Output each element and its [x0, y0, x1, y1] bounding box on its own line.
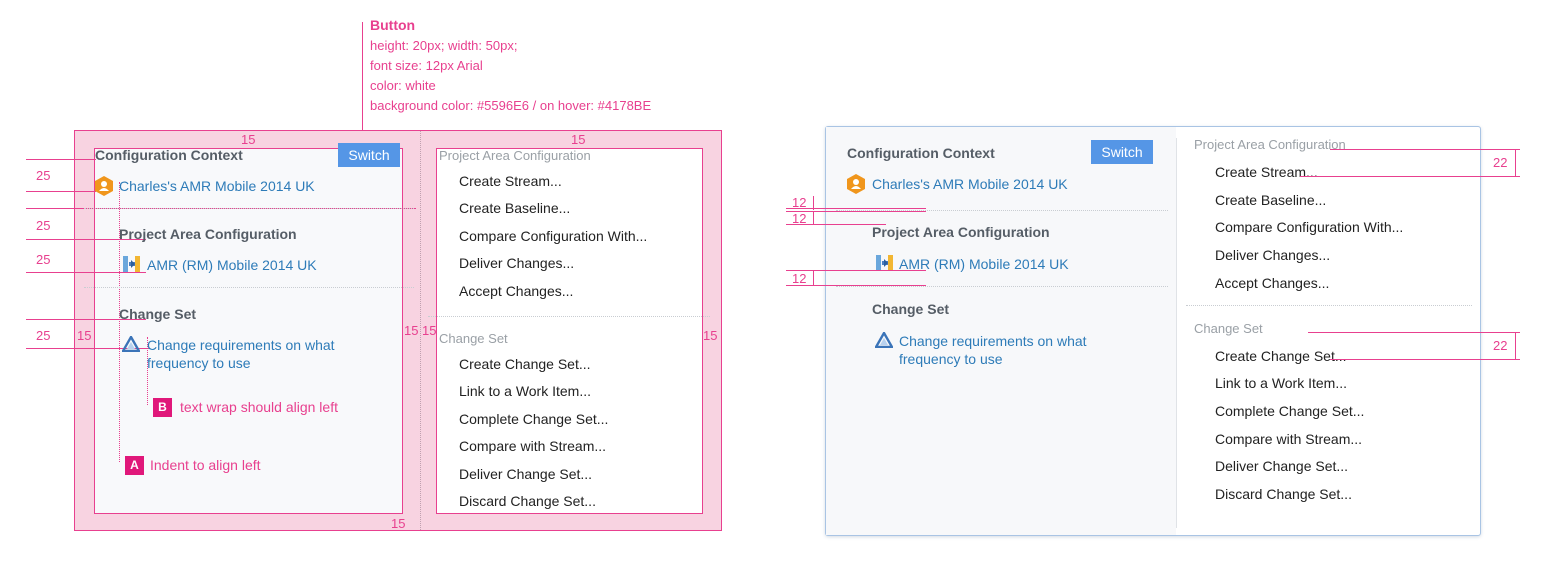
menu-item[interactable]: Create Stream...	[1215, 164, 1318, 180]
menu-item[interactable]: Create Change Set...	[459, 356, 591, 372]
menu-item[interactable]: Deliver Change Set...	[459, 466, 592, 482]
measure-tick	[1515, 332, 1516, 359]
project-link[interactable]: AMR (RM) Mobile 2014 UK	[147, 257, 317, 273]
measure-line	[786, 285, 926, 286]
spacing-label: 25	[36, 168, 51, 183]
spacing-label: 15	[241, 132, 256, 147]
switch-button[interactable]: Switch	[338, 143, 400, 167]
menu-item[interactable]: Deliver Change Set...	[1215, 458, 1348, 474]
spacing-label: 15	[77, 328, 92, 343]
menu-item[interactable]: Compare with Stream...	[1215, 431, 1362, 447]
button-spec-leader	[362, 22, 363, 144]
align-guide-a	[119, 182, 120, 462]
change-set-heading: Change Set	[872, 301, 950, 317]
spacing-label: 22	[1493, 338, 1508, 353]
menu-item[interactable]: Compare Configuration With...	[459, 228, 647, 244]
measure-tick	[1515, 149, 1516, 176]
config-context-heading: Configuration Context	[95, 147, 243, 163]
separator	[84, 208, 414, 209]
change-set-link[interactable]: Change requirements on what frequency to…	[147, 336, 377, 372]
menu-item[interactable]: Accept Changes...	[459, 283, 573, 299]
menu-item[interactable]: Link to a Work Item...	[1215, 375, 1347, 391]
spacing-label: 15	[422, 323, 437, 338]
change-set-heading: Change Set	[119, 306, 197, 322]
panel-divider	[1176, 138, 1177, 528]
menu-item[interactable]: Link to a Work Item...	[459, 383, 591, 399]
hexagon-user-icon	[847, 174, 865, 194]
spacing-label: 22	[1493, 155, 1508, 170]
spacing-label: 15	[391, 516, 406, 531]
menu-item[interactable]: Create Baseline...	[459, 200, 570, 216]
change-set-triangle-icon	[122, 336, 140, 352]
menu-item[interactable]: Accept Changes...	[1215, 275, 1329, 291]
note-a-badge: A	[125, 456, 144, 475]
button-spec-line: font size: 12px Arial	[370, 58, 483, 73]
button-spec-line: color: white	[370, 78, 436, 93]
spacing-label: 25	[36, 252, 51, 267]
menu-item[interactable]: Compare Configuration With...	[1215, 219, 1403, 235]
menu-section-project: Project Area Configuration	[439, 148, 591, 163]
separator	[84, 287, 414, 288]
menu-section-change: Change Set	[439, 331, 508, 346]
menu-section-change: Change Set	[1194, 321, 1263, 336]
switch-button[interactable]: Switch	[1091, 140, 1153, 164]
menu-item[interactable]: Deliver Changes...	[1215, 247, 1330, 263]
menu-item[interactable]: Discard Change Set...	[1215, 486, 1352, 502]
button-spec-title: Button	[370, 17, 416, 33]
spacing-label: 25	[36, 328, 51, 343]
measure-line	[786, 270, 926, 271]
menu-item[interactable]: Discard Change Set...	[459, 493, 596, 509]
measure-line	[1330, 149, 1520, 150]
measure-tick	[813, 211, 814, 224]
measure-line	[1308, 332, 1520, 333]
button-spec-line: background color: #5596E6 / on hover: #4…	[370, 98, 652, 113]
menu-item[interactable]: Create Change Set...	[1215, 348, 1347, 364]
menu-item[interactable]: Complete Change Set...	[459, 411, 608, 427]
spacing-label: 12	[792, 195, 807, 210]
note-b-text: text wrap should align left	[180, 399, 338, 415]
note-a-text: Indent to align left	[150, 457, 261, 473]
menu-section-project: Project Area Configuration	[1194, 137, 1346, 152]
measure-line	[1330, 359, 1520, 360]
spec-column-divider	[420, 131, 421, 530]
hexagon-user-icon	[95, 176, 113, 196]
menu-item[interactable]: Create Baseline...	[1215, 192, 1326, 208]
spacing-label: 15	[571, 132, 586, 147]
spacing-label: 25	[36, 218, 51, 233]
measure-line	[26, 191, 96, 192]
button-spec-line: height: 20px; width: 50px;	[370, 38, 518, 53]
project-area-icon	[123, 256, 140, 272]
menu-item[interactable]: Create Stream...	[459, 173, 562, 189]
note-b-badge: B	[153, 398, 172, 417]
menu-item[interactable]: Compare with Stream...	[459, 438, 606, 454]
separator	[428, 316, 710, 317]
context-link[interactable]: Charles's AMR Mobile 2014 UK	[119, 178, 315, 194]
measure-line	[26, 159, 96, 160]
spacing-label: 15	[703, 328, 718, 343]
separator	[1186, 305, 1472, 306]
spacing-label: 15	[404, 323, 419, 338]
menu-item[interactable]: Deliver Changes...	[459, 255, 574, 271]
change-set-link[interactable]: Change requirements on what frequency to…	[899, 332, 1139, 368]
measure-line	[786, 211, 926, 212]
spacing-label: 12	[792, 211, 807, 226]
separator	[836, 286, 1168, 287]
measure-tick	[813, 271, 814, 285]
measure-line	[786, 208, 926, 209]
project-area-heading: Project Area Configuration	[872, 224, 1050, 240]
measure-line	[1300, 176, 1520, 177]
project-area-heading: Project Area Configuration	[119, 226, 297, 242]
change-set-triangle-icon	[875, 332, 893, 348]
measure-tick	[813, 196, 814, 210]
context-link[interactable]: Charles's AMR Mobile 2014 UK	[872, 176, 1068, 192]
menu-item[interactable]: Complete Change Set...	[1215, 403, 1364, 419]
config-context-heading: Configuration Context	[847, 145, 995, 161]
spacing-label: 12	[792, 271, 807, 286]
